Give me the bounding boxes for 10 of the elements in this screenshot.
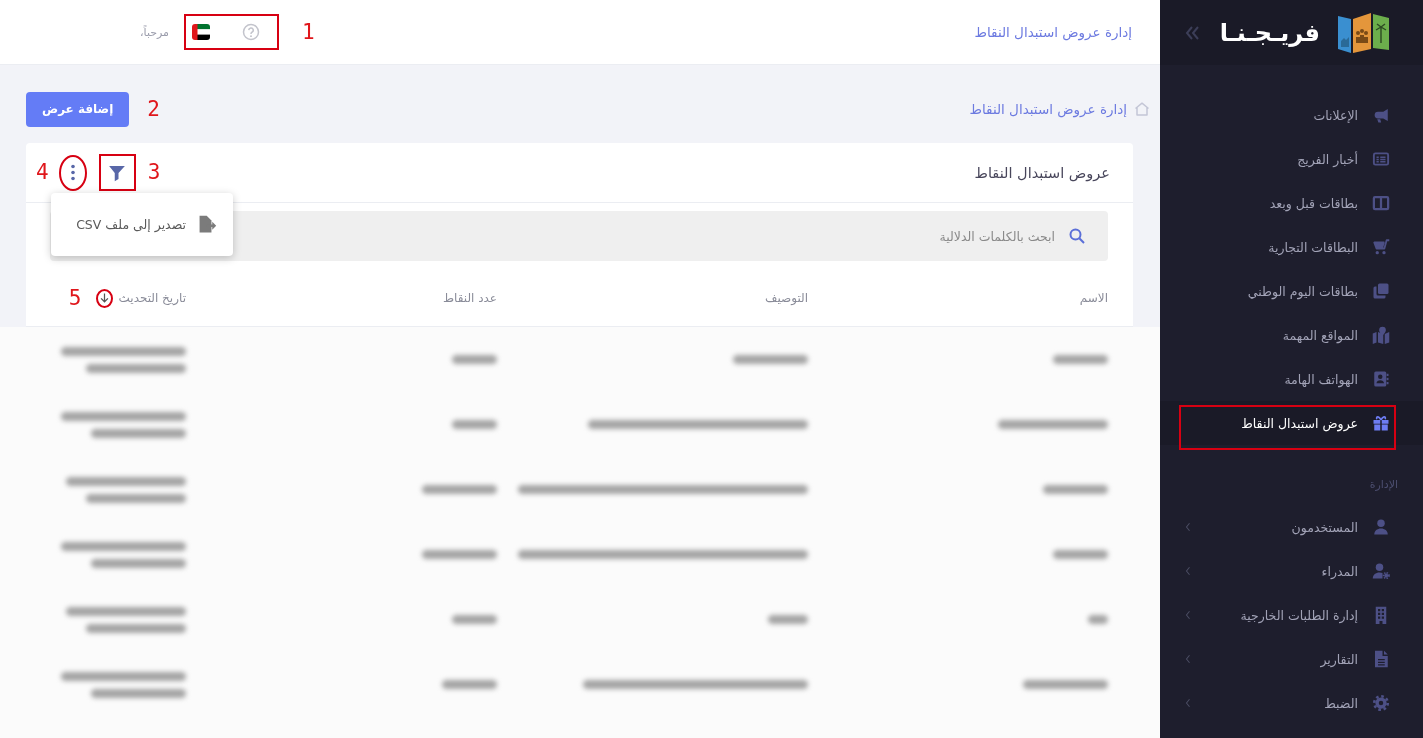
section-heading: الإدارة xyxy=(1368,477,1399,493)
card-title: عروض استبدال النقاط xyxy=(974,164,1110,181)
page-title: إدارة عروض استبدال النقاط xyxy=(974,24,1132,40)
annotation-number: 1 xyxy=(302,21,315,43)
logo-text: فريـجـنـا xyxy=(1219,18,1320,47)
annotation-number: 2 xyxy=(147,98,160,120)
annotation-number: 4 xyxy=(36,162,49,183)
annotation-number: 3 xyxy=(147,162,161,183)
greeting-text: مرحباً، xyxy=(140,25,169,39)
annotation-number: 5 xyxy=(68,287,82,309)
